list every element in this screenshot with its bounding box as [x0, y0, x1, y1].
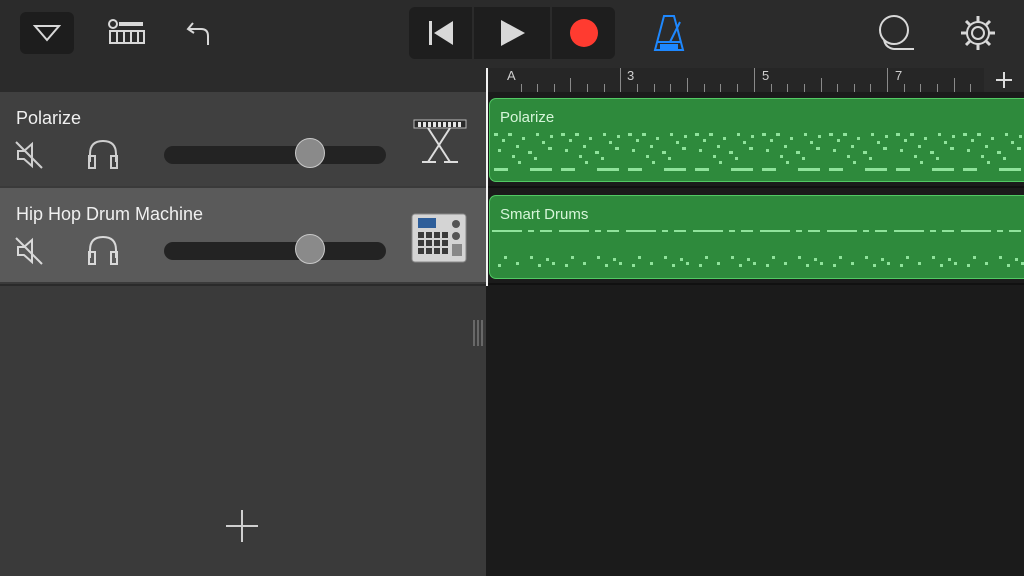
ruler-tick — [521, 84, 522, 92]
bar-number: 5 — [762, 68, 770, 83]
metronome-button[interactable] — [648, 12, 690, 54]
track-headers-top-spacer — [0, 68, 486, 92]
play-icon — [501, 20, 525, 46]
solo-button[interactable] — [86, 234, 120, 266]
add-section-button[interactable] — [984, 68, 1024, 92]
mixer-icon — [108, 19, 145, 44]
ruler-tick — [554, 84, 555, 92]
track-name: Hip Hop Drum Machine — [16, 204, 204, 224]
record-icon — [569, 19, 598, 47]
ruler-tick — [920, 84, 921, 92]
undo-button[interactable] — [180, 14, 216, 50]
ruler-tick — [937, 84, 938, 92]
track-header-polarize[interactable]: Polarize — [0, 92, 486, 186]
keyboard-synth-icon — [413, 119, 467, 163]
region-smart-drums[interactable]: Smart Drums — [489, 195, 1024, 279]
control-bar — [0, 0, 1024, 68]
speaker-muted-icon — [15, 141, 43, 169]
ruler-tick — [804, 84, 805, 92]
ruler-tick — [837, 84, 838, 92]
tracks-view-button[interactable] — [20, 12, 74, 54]
ruler-tick — [870, 84, 871, 92]
section-marker: A — [507, 68, 516, 83]
volume-slider[interactable] — [164, 146, 386, 164]
metronome-icon — [653, 15, 685, 51]
ruler-tick — [720, 84, 721, 92]
ruler-tick — [537, 84, 538, 92]
track-header-hip-hop-drum-machine[interactable]: Hip Hop Drum Machine — [0, 188, 486, 282]
ruler-tick — [604, 84, 605, 92]
headphones-icon — [88, 235, 118, 265]
transport-controls — [409, 7, 615, 59]
drum-machine-icon — [411, 213, 467, 263]
speaker-muted-icon — [15, 237, 43, 265]
ruler-tick — [670, 84, 671, 92]
ruler-tick — [737, 84, 738, 92]
grip-icon — [473, 320, 483, 346]
region-name: Polarize — [500, 109, 555, 126]
mute-button[interactable] — [14, 236, 44, 266]
ruler-tick — [887, 68, 888, 92]
ruler-tick — [787, 84, 788, 92]
headphones-icon — [88, 139, 118, 169]
lane-separator — [486, 283, 1024, 285]
track-list-divider — [0, 284, 486, 286]
plus-icon — [996, 72, 1012, 88]
ruler-tick — [587, 84, 588, 92]
ruler-tick — [687, 78, 688, 92]
instrument-button[interactable] — [410, 110, 470, 168]
playhead[interactable] — [486, 68, 488, 286]
track-name: Polarize — [16, 108, 82, 128]
ruler-tick — [570, 78, 571, 92]
bar-number: 3 — [627, 68, 635, 83]
ruler-tick — [754, 68, 755, 92]
volume-slider-knob[interactable] — [294, 138, 325, 168]
solo-button[interactable] — [86, 138, 120, 170]
undo-icon — [186, 22, 209, 45]
ruler-tick — [854, 84, 855, 92]
mixer-button[interactable] — [104, 14, 148, 50]
plus-icon — [226, 510, 258, 542]
settings-gear-icon — [961, 16, 995, 50]
ruler-tick — [654, 84, 655, 92]
volume-slider[interactable] — [164, 242, 386, 260]
tracks-view-menu-icon — [33, 25, 61, 42]
ruler-tick — [704, 84, 705, 92]
loop-browser-button[interactable] — [874, 12, 918, 54]
lane-separator — [486, 186, 1024, 188]
mute-button[interactable] — [14, 140, 44, 170]
ruler-tick — [620, 68, 621, 92]
timeline-ruler[interactable]: A 3 5 7 — [486, 68, 1024, 92]
ruler-tick — [954, 78, 955, 92]
play-button[interactable] — [474, 7, 550, 59]
bar-number: 7 — [895, 68, 903, 83]
ruler-tick — [771, 84, 772, 92]
ruler-tick — [821, 78, 822, 92]
region-name: Smart Drums — [500, 206, 589, 223]
instrument-button[interactable] — [410, 212, 468, 264]
volume-slider-knob[interactable] — [294, 234, 325, 264]
panel-resize-handle[interactable] — [471, 318, 485, 348]
ruler-tick — [970, 84, 971, 92]
go-to-beginning-button[interactable] — [409, 7, 472, 59]
region-polarize[interactable]: Polarize — [489, 98, 1024, 182]
ruler-tick — [637, 84, 638, 92]
drum-pattern — [490, 226, 1024, 276]
record-button[interactable] — [552, 7, 615, 59]
ruler-tick — [904, 84, 905, 92]
add-track-button[interactable] — [224, 508, 260, 544]
go-to-beginning-icon — [428, 21, 453, 45]
settings-button[interactable] — [956, 12, 1000, 54]
loop-browser-icon — [879, 15, 914, 50]
midi-notes-pattern — [490, 127, 1024, 179]
